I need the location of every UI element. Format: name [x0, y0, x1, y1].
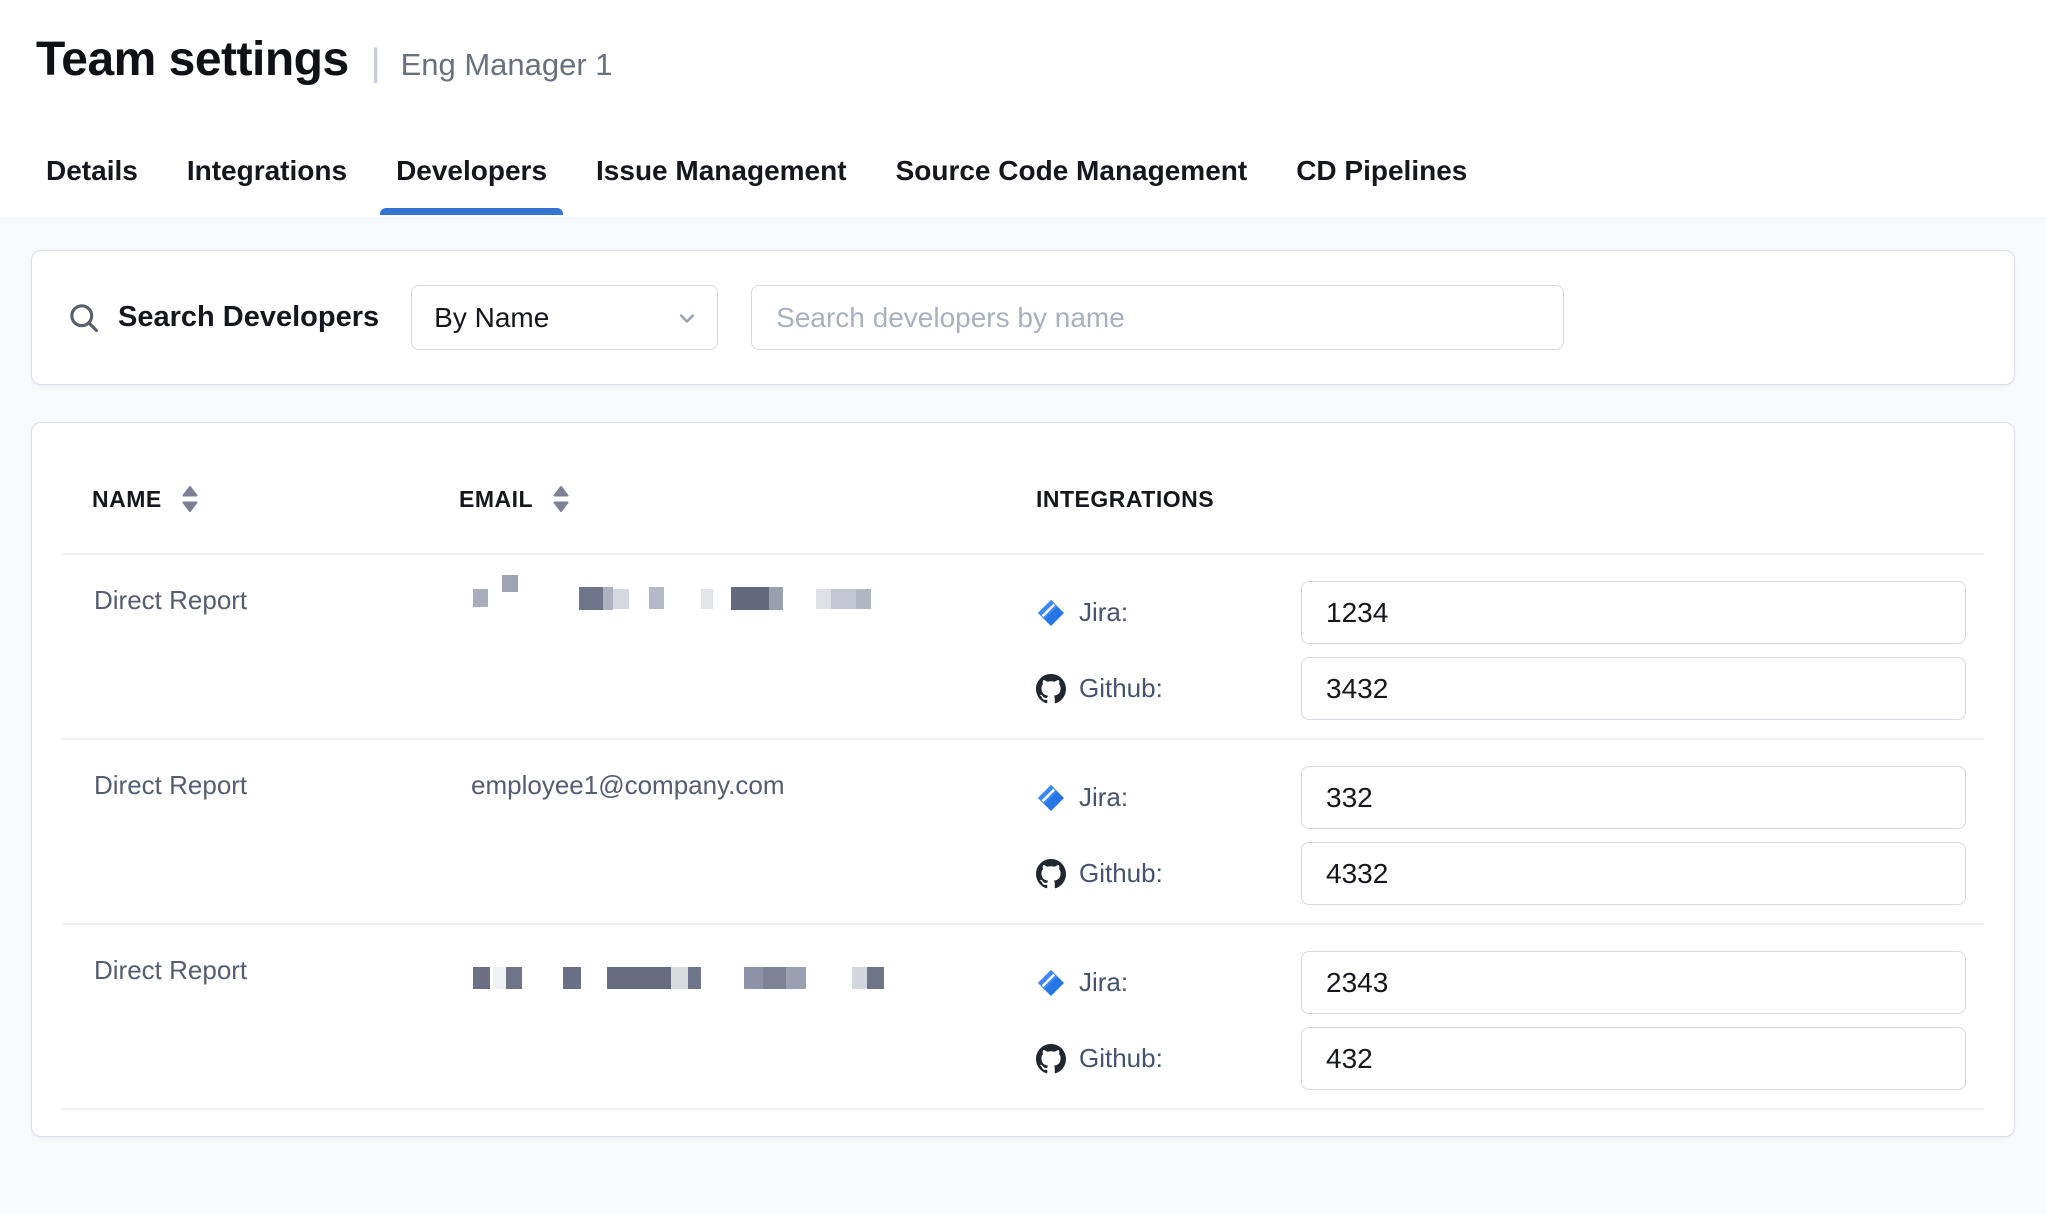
jira-id-input[interactable]: [1301, 766, 1966, 829]
column-label: NAME: [92, 486, 162, 513]
tab-cd-pipelines[interactable]: CD Pipelines: [1280, 125, 1483, 217]
jira-icon: [1036, 968, 1066, 998]
github-label: Github:: [1079, 858, 1163, 889]
jira-integration: Jira:: [1036, 581, 1984, 644]
integrations-cell: Jira: Github:: [1036, 951, 1984, 1090]
github-icon: [1036, 1044, 1066, 1074]
github-id-input[interactable]: [1301, 1027, 1966, 1090]
selected-filter-value: By Name: [434, 302, 549, 334]
tab-label: Developers: [396, 155, 547, 187]
developer-email-redacted: [459, 581, 1036, 720]
jira-label: Jira:: [1079, 967, 1128, 998]
tab-label: CD Pipelines: [1296, 155, 1467, 187]
column-header-integrations: INTEGRATIONS: [1036, 485, 1984, 513]
integrations-cell: Jira: Github:: [1036, 766, 1984, 905]
jira-id-input[interactable]: [1301, 951, 1966, 1014]
developer-name: Direct Report: [62, 581, 459, 720]
redacted-email: [471, 945, 901, 995]
jira-icon: [1036, 783, 1066, 813]
developers-table: NAME EMAIL: [31, 422, 2015, 1137]
integrations-cell: Jira: Github:: [1036, 581, 1984, 720]
github-integration: Github:: [1036, 657, 1984, 720]
tab-label: Issue Management: [596, 155, 847, 187]
table-row: Direct Report: [62, 925, 1984, 1110]
column-label: EMAIL: [459, 486, 533, 513]
developer-name: Direct Report: [62, 766, 459, 905]
tab-issue-management[interactable]: Issue Management: [580, 125, 863, 217]
page: Team settings | Eng Manager 1 Details In…: [0, 0, 2046, 1214]
tab-label: Details: [46, 155, 138, 187]
chevron-down-icon: [673, 304, 701, 332]
tab-bar: Details Integrations Developers Issue Ma…: [0, 125, 2046, 217]
content-area: Search Developers By Name NAME: [0, 217, 2046, 1214]
jira-label: Jira:: [1079, 597, 1128, 628]
developer-name: Direct Report: [62, 951, 459, 1090]
page-header: Team settings | Eng Manager 1: [0, 0, 2046, 125]
team-name: Eng Manager 1: [401, 47, 613, 83]
sort-arrows-icon[interactable]: [182, 485, 198, 513]
search-icon: [66, 300, 102, 336]
github-label: Github:: [1079, 1043, 1163, 1074]
github-integration: Github:: [1036, 842, 1984, 905]
tab-details[interactable]: Details: [30, 125, 154, 217]
tab-developers[interactable]: Developers: [380, 125, 563, 217]
tab-source-code-management[interactable]: Source Code Management: [880, 125, 1264, 217]
column-header-name[interactable]: NAME: [62, 485, 459, 513]
active-tab-underline: [380, 208, 563, 215]
table-header-row: NAME EMAIL: [62, 423, 1984, 555]
jira-integration: Jira:: [1036, 766, 1984, 829]
tab-integrations[interactable]: Integrations: [171, 125, 363, 217]
redacted-email: [471, 575, 901, 625]
page-title: Team settings: [36, 32, 349, 87]
jira-label: Jira:: [1079, 782, 1128, 813]
search-panel: Search Developers By Name: [31, 250, 2015, 385]
github-label: Github:: [1079, 673, 1163, 704]
github-icon: [1036, 674, 1066, 704]
column-header-email[interactable]: EMAIL: [459, 485, 1036, 513]
search-input[interactable]: [751, 285, 1564, 350]
jira-id-input[interactable]: [1301, 581, 1966, 644]
title-separator: |: [371, 42, 381, 85]
github-id-input[interactable]: [1301, 657, 1966, 720]
tab-label: Source Code Management: [896, 155, 1248, 187]
github-integration: Github:: [1036, 1027, 1984, 1090]
tab-label: Integrations: [187, 155, 347, 187]
search-developers-label: Search Developers: [118, 301, 379, 334]
developer-email: employee1@company.com: [459, 766, 1036, 905]
column-label: INTEGRATIONS: [1036, 486, 1214, 513]
jira-icon: [1036, 598, 1066, 628]
jira-integration: Jira:: [1036, 951, 1984, 1014]
sort-arrows-icon[interactable]: [553, 485, 569, 513]
search-filter-select[interactable]: By Name: [411, 285, 718, 350]
table-row: Direct Report: [62, 555, 1984, 740]
github-icon: [1036, 859, 1066, 889]
developer-email-redacted: [459, 951, 1036, 1090]
table-row: Direct Report employee1@company.com: [62, 740, 1984, 925]
github-id-input[interactable]: [1301, 842, 1966, 905]
